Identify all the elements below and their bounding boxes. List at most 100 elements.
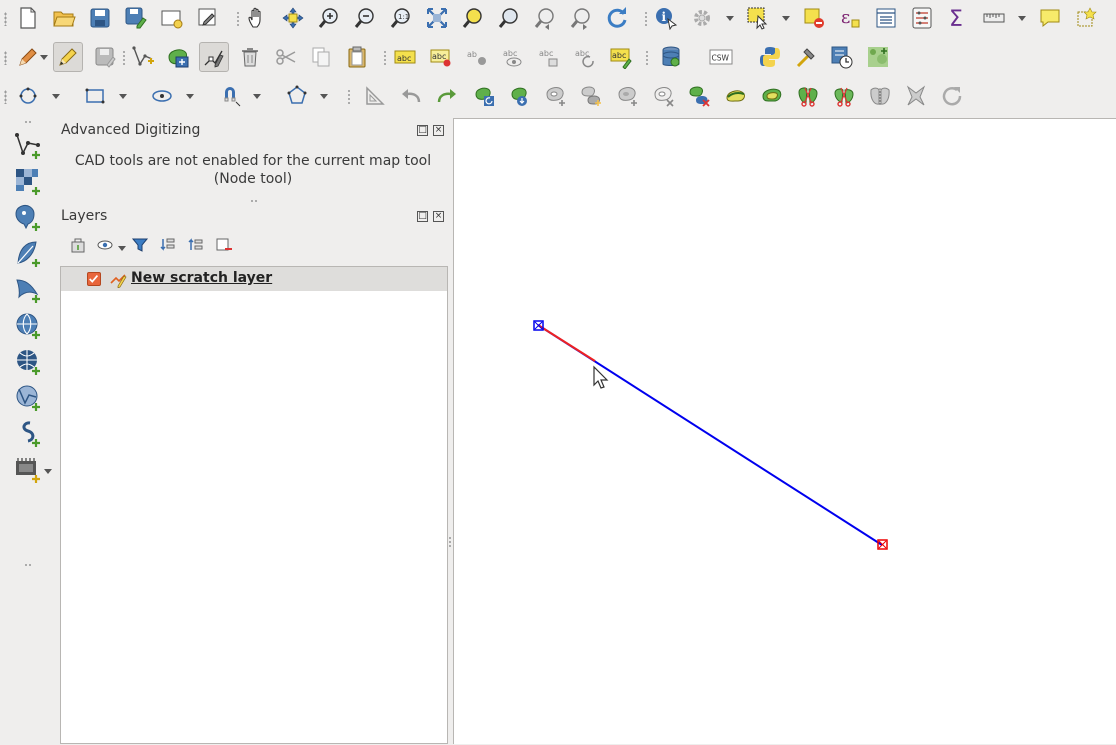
reshape-features-icon[interactable] — [721, 81, 751, 111]
zoom-out-icon[interactable] — [350, 3, 380, 33]
cad-tools-icon[interactable] — [360, 81, 390, 111]
float-panel-icon[interactable]: □ — [417, 211, 428, 222]
remove-layer-icon[interactable] — [212, 233, 236, 257]
add-spatialite-layer-icon[interactable] — [10, 237, 46, 269]
new-annotation-icon[interactable] — [1071, 3, 1101, 33]
zoom-to-selection-icon[interactable] — [458, 3, 488, 33]
circle-tool-icon[interactable] — [13, 81, 43, 111]
raster-plugin-icon[interactable] — [863, 42, 893, 72]
collapse-all-icon[interactable] — [184, 233, 208, 257]
add-part-icon[interactable] — [577, 81, 607, 111]
layer-name[interactable]: New scratch layer — [131, 270, 272, 286]
zoom-native-icon[interactable]: 1:1 — [386, 3, 416, 33]
simplify-feature-icon[interactable] — [505, 81, 535, 111]
merge-features-icon[interactable] — [865, 81, 895, 111]
show-hide-labels-icon[interactable]: abc — [498, 42, 528, 72]
polygon-tool-icon[interactable] — [282, 81, 312, 111]
snapping-dropdown[interactable] — [253, 94, 261, 99]
toolbar-grip[interactable] — [4, 51, 7, 65]
save-layer-edits-icon[interactable] — [90, 42, 120, 72]
rectangle-tool-dropdown[interactable] — [119, 94, 127, 99]
layer-tree[interactable]: New scratch layer — [60, 266, 448, 744]
python-console-icon[interactable] — [755, 42, 785, 72]
statistical-summary-icon[interactable]: Σ — [943, 3, 973, 33]
filter-legend-icon[interactable] — [128, 233, 152, 257]
redo-icon[interactable] — [432, 81, 462, 111]
db-manager-icon[interactable] — [656, 42, 686, 72]
temporal-icon[interactable] — [827, 42, 857, 72]
label-tool-icon[interactable]: abc — [390, 42, 420, 72]
identify-features-icon[interactable]: i — [651, 3, 681, 33]
zoom-to-layer-icon[interactable] — [494, 3, 524, 33]
paste-features-icon[interactable] — [342, 42, 372, 72]
style-manager-icon[interactable] — [66, 233, 90, 257]
layout-manager-icon[interactable] — [193, 3, 223, 33]
dock-splitter[interactable] — [448, 536, 452, 548]
text-annotation-icon[interactable] — [1035, 3, 1065, 33]
current-edits-dropdown[interactable] — [40, 55, 48, 60]
undo-icon[interactable] — [396, 81, 426, 111]
add-wfs-layer-icon[interactable] — [10, 381, 46, 413]
pin-labels-icon[interactable]: abc — [426, 42, 456, 72]
refresh-icon[interactable] — [602, 3, 632, 33]
rectangle-tool-icon[interactable] — [80, 81, 110, 111]
deselect-features-icon[interactable] — [799, 3, 829, 33]
toolbar-grip[interactable] — [24, 563, 32, 567]
cut-features-icon[interactable] — [271, 42, 301, 72]
add-virtual-layer-icon[interactable] — [10, 453, 46, 485]
add-layer-more-dropdown[interactable] — [44, 469, 52, 474]
add-vector-layer-icon[interactable] — [10, 129, 46, 161]
zoom-last-icon[interactable] — [530, 3, 560, 33]
ellipse-tool-dropdown[interactable] — [186, 94, 194, 99]
add-postgis-layer-icon[interactable] — [10, 201, 46, 233]
layer-visibility-checkbox[interactable] — [87, 272, 101, 286]
rotate-point-symbols-icon[interactable] — [937, 81, 967, 111]
processing-icon[interactable] — [791, 42, 821, 72]
add-raster-layer-icon[interactable] — [10, 165, 46, 197]
move-label-icon[interactable]: abc — [534, 42, 564, 72]
measure-line-icon[interactable] — [979, 3, 1009, 33]
highlight-pinned-labels-icon[interactable]: ab — [462, 42, 492, 72]
close-panel-icon[interactable]: × — [433, 211, 444, 222]
measure-dropdown[interactable] — [1018, 16, 1026, 21]
circle-tool-dropdown[interactable] — [52, 94, 60, 99]
layer-row[interactable]: New scratch layer — [61, 267, 447, 291]
expand-all-icon[interactable] — [156, 233, 180, 257]
fill-ring-icon[interactable] — [613, 81, 643, 111]
field-calculator-icon[interactable] — [907, 3, 937, 33]
new-project-icon[interactable] — [13, 3, 43, 33]
node-tool-icon[interactable] — [199, 42, 229, 72]
current-edits-icon[interactable] — [13, 42, 43, 72]
select-features-dropdown[interactable] — [782, 16, 790, 21]
offset-curve-icon[interactable] — [757, 81, 787, 111]
polygon-tool-dropdown[interactable] — [320, 94, 328, 99]
rotate-feature-icon[interactable] — [469, 81, 499, 111]
snapping-icon[interactable] — [216, 81, 246, 111]
merge-attributes-icon[interactable] — [901, 81, 931, 111]
save-project-as-icon[interactable] — [121, 3, 151, 33]
new-print-layout-icon[interactable] — [157, 3, 187, 33]
copy-features-icon[interactable] — [306, 42, 336, 72]
float-panel-icon[interactable]: □ — [417, 125, 428, 136]
add-wcs-layer-icon[interactable] — [10, 345, 46, 377]
run-action-dropdown[interactable] — [726, 16, 734, 21]
toolbar-grip[interactable] — [4, 90, 7, 104]
add-delimited-text-layer-icon[interactable] — [10, 417, 46, 449]
close-panel-icon[interactable]: × — [433, 125, 444, 136]
delete-ring-icon[interactable] — [649, 81, 679, 111]
zoom-next-icon[interactable] — [566, 3, 596, 33]
zoom-in-icon[interactable] — [314, 3, 344, 33]
attribute-table-icon[interactable] — [871, 3, 901, 33]
visibility-dropdown[interactable] — [118, 246, 126, 251]
split-features-icon[interactable] — [793, 81, 823, 111]
rotate-label-icon[interactable]: abc — [570, 42, 600, 72]
run-action-icon[interactable] — [687, 3, 717, 33]
pan-to-selection-icon[interactable] — [278, 3, 308, 33]
highlighted-segment[interactable] — [537, 324, 596, 362]
ellipse-tool-icon[interactable] — [147, 81, 177, 111]
save-project-icon[interactable] — [85, 3, 115, 33]
pan-map-icon[interactable] — [242, 3, 272, 33]
change-label-icon[interactable]: abc — [606, 42, 636, 72]
open-project-icon[interactable] — [49, 3, 79, 33]
toggle-editing-icon[interactable] — [53, 42, 83, 72]
